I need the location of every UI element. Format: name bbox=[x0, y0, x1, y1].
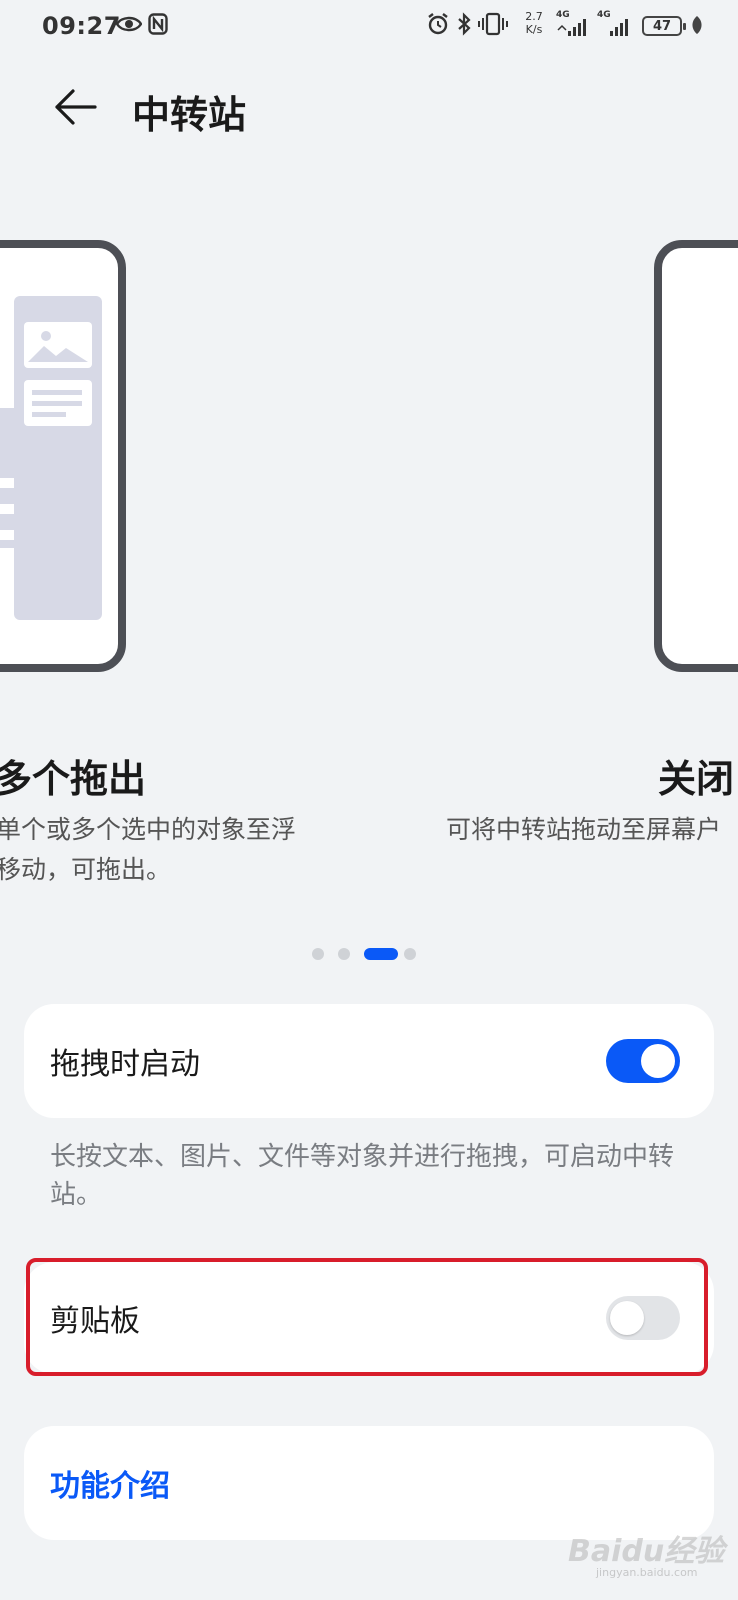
slide-description: 可将中转站拖动至屏幕户 bbox=[446, 810, 721, 850]
network-speed-value: 2.7 bbox=[525, 10, 543, 23]
back-button[interactable] bbox=[46, 82, 102, 132]
signal-icon bbox=[556, 14, 590, 42]
vibrate-icon bbox=[478, 12, 508, 40]
eye-icon bbox=[115, 14, 143, 38]
page-title: 中转站 bbox=[132, 93, 247, 137]
status-time: 09:27 bbox=[42, 12, 121, 40]
slide-description-line: 单个或多个选中的对象至浮 bbox=[0, 815, 297, 844]
clipboard-card: 剪贴板 bbox=[24, 1262, 714, 1374]
drag-launch-hint: 长按文本、图片、文件等对象并进行拖拽，可启动中转站。 bbox=[50, 1142, 675, 1210]
drag-launch-label: 拖拽时启动 bbox=[50, 1047, 200, 1082]
drag-launch-row[interactable]: 拖拽时启动 bbox=[24, 1004, 714, 1118]
slide-illustration-phone bbox=[654, 240, 738, 672]
toggle-knob bbox=[610, 1301, 644, 1335]
page-dot[interactable] bbox=[338, 948, 350, 960]
drag-launch-card: 拖拽时启动 bbox=[24, 1004, 714, 1118]
feature-intro-row[interactable]: 功能介绍 bbox=[24, 1426, 714, 1540]
drag-launch-toggle[interactable] bbox=[606, 1039, 680, 1083]
page-dot[interactable] bbox=[312, 948, 324, 960]
slide-description: 单个或多个选中的对象至浮 移动，可拖出。 bbox=[0, 810, 296, 890]
floating-dock-illustration bbox=[0, 296, 102, 620]
slide-description-line: 移动，可拖出。 bbox=[0, 855, 172, 884]
carousel-page-indicator[interactable] bbox=[312, 948, 416, 960]
nfc-icon bbox=[148, 13, 168, 39]
clipboard-row[interactable]: 剪贴板 bbox=[24, 1262, 714, 1374]
feature-intro-link[interactable]: 功能介绍 bbox=[50, 1461, 170, 1505]
back-arrow-icon bbox=[55, 89, 97, 125]
slide-description-line: 可将中转站拖动至屏幕户 bbox=[446, 815, 722, 844]
clipboard-toggle[interactable] bbox=[606, 1296, 680, 1340]
clipboard-label: 剪贴板 bbox=[50, 1304, 140, 1339]
network-speed: 2.7 K/s bbox=[520, 10, 548, 36]
watermark-logo: Baidu经验 bbox=[568, 1534, 725, 1569]
status-bar: 09:27 2.7 K/s 4G 4G 47 bbox=[0, 0, 738, 52]
intro-carousel[interactable]: 多个拖出 单个或多个选中的对象至浮 移动，可拖出。 关闭 可将中转站拖动至屏幕户 bbox=[0, 200, 738, 920]
leaf-icon bbox=[690, 14, 704, 40]
signal-icon bbox=[598, 14, 634, 42]
slide-title: 多个拖出 bbox=[0, 757, 147, 801]
page-dot-active[interactable] bbox=[364, 948, 398, 960]
feature-intro-card: 功能介绍 bbox=[24, 1426, 714, 1540]
slide-title: 关闭 bbox=[658, 757, 735, 801]
network-speed-unit: K/s bbox=[525, 23, 543, 36]
screen: 09:27 2.7 K/s 4G 4G 47 中转站 多个拖出 单个或多个选中的… bbox=[0, 0, 738, 1600]
alarm-icon bbox=[426, 12, 450, 40]
watermark-url: jingyan.baidu.com bbox=[596, 1566, 698, 1579]
slide-illustration-phone bbox=[0, 240, 126, 672]
bluetooth-icon bbox=[456, 12, 472, 40]
page-dot[interactable] bbox=[404, 948, 416, 960]
toggle-knob bbox=[641, 1044, 675, 1078]
battery-indicator: 47 bbox=[642, 16, 686, 36]
